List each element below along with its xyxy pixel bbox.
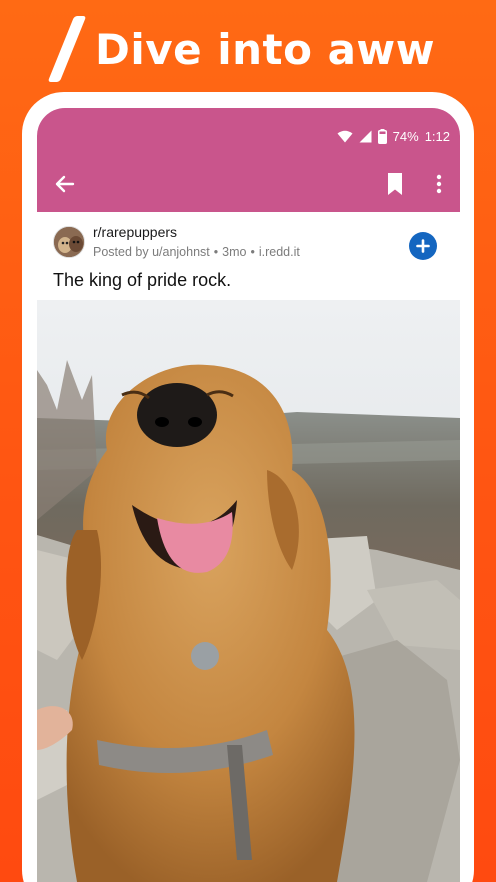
phone-screen: 74% 1:12 r/rarepuppers Posted by u/anjoh… [37,108,460,882]
status-bar: 74% 1:12 [337,126,450,146]
status-time: 1:12 [424,128,450,144]
battery-percent: 74% [392,128,419,144]
app-bar: 74% 1:12 [37,108,460,212]
battery-icon [377,128,387,144]
bookmark-icon[interactable] [383,171,407,197]
meta-separator: • [213,245,219,259]
meta-separator: • [250,245,255,259]
post-image[interactable] [37,300,460,882]
join-button[interactable] [409,232,437,260]
more-vertical-icon[interactable] [427,170,451,198]
wifi-icon [337,130,353,143]
subreddit-avatar[interactable] [53,226,85,258]
plus-icon [416,239,430,253]
promo-headline: Dive into aww [94,24,436,74]
post-title: The king of pride rock. [53,270,232,290]
post-header: r/rarepuppers Posted by u/anjohnst • 3mo… [37,212,460,300]
post-domain[interactable]: i.redd.it [259,245,300,259]
slash-mark [47,16,87,82]
post-meta: Posted by u/anjohnst • 3mo • i.redd.it [93,245,300,259]
post-age: 3mo [222,245,247,259]
promo-banner: Dive into aww [0,14,496,84]
subreddit-name[interactable]: r/rarepuppers [93,224,177,240]
back-arrow-icon[interactable] [53,172,77,196]
post-author[interactable]: Posted by u/anjohnst [93,245,210,259]
signal-icon [359,130,372,143]
toolbar [37,164,460,204]
